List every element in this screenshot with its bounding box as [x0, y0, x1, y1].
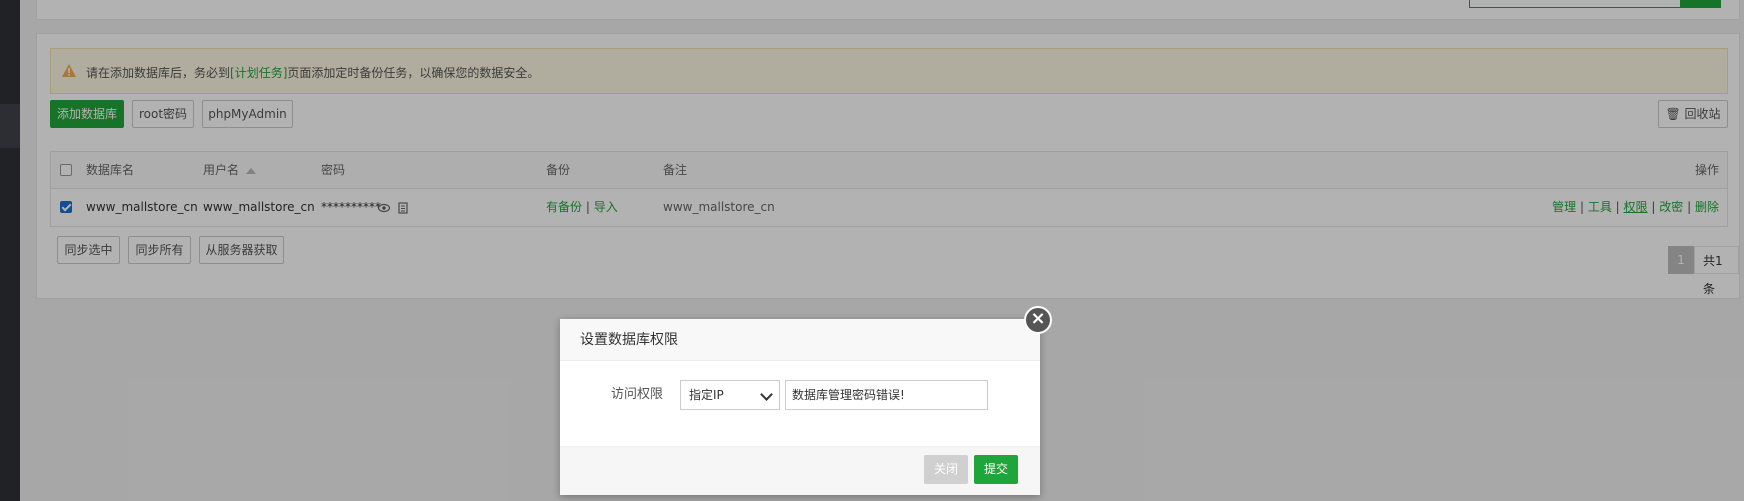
ip-input[interactable]: 数据库管理密码错误! — [785, 380, 988, 410]
dialog-title: 设置数据库权限 — [580, 332, 678, 348]
select-value: 指定IP — [689, 388, 724, 402]
dialog-footer: 关闭 提交 — [560, 446, 1040, 495]
access-permission-select[interactable]: 指定IP — [680, 380, 780, 410]
db-permission-dialog: 设置数据库权限 × 访问权限 指定IP 数据库管理密码错误! 关闭 提交 — [560, 306, 1052, 495]
chevron-down-icon — [760, 388, 773, 401]
close-icon[interactable]: × — [1024, 306, 1052, 334]
submit-button[interactable]: 提交 — [974, 455, 1019, 484]
access-permission-label: 访问权限 — [611, 387, 664, 402]
dialog-header: 设置数据库权限 — [560, 319, 1040, 361]
close-button[interactable]: 关闭 — [924, 455, 969, 484]
